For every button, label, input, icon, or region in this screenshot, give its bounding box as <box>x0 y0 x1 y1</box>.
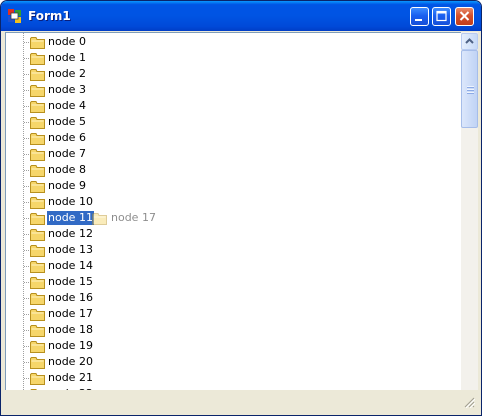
tree-node[interactable]: node 6 <box>6 130 446 146</box>
close-button[interactable] <box>455 7 474 26</box>
close-icon <box>459 11 470 21</box>
bottom-strip <box>5 390 477 411</box>
tree-node[interactable]: node 10 <box>6 194 446 210</box>
tree-node-label[interactable]: node 0 <box>47 35 87 49</box>
folder-icon <box>30 197 45 209</box>
tree-node-label[interactable]: node 6 <box>47 131 87 145</box>
tree-node-label[interactable]: node 10 <box>47 195 94 209</box>
tree-node-label[interactable]: node 18 <box>47 323 94 337</box>
tree-node-label[interactable]: node 21 <box>47 371 94 385</box>
tree-node[interactable]: node 8 <box>6 162 446 178</box>
tree-node-label[interactable]: node 13 <box>47 243 94 257</box>
tree-node-label[interactable]: node 4 <box>47 99 87 113</box>
folder-icon <box>30 309 45 321</box>
tree-node[interactable]: node 12 <box>6 226 446 242</box>
tree-node[interactable]: node 0 <box>6 34 446 50</box>
tree-view[interactable]: node 0 node 1 node 2 node 3 node 4 node 5 node… <box>5 32 462 391</box>
folder-icon <box>30 261 45 273</box>
tree-node-label[interactable]: node 19 <box>47 339 94 353</box>
folder-icon <box>30 165 45 177</box>
folder-icon <box>30 117 45 129</box>
folder-icon <box>30 37 45 49</box>
tree-node[interactable]: node 5 <box>6 114 446 130</box>
scroll-grip-icon <box>467 86 474 94</box>
folder-icon <box>92 213 107 225</box>
tree-node-label[interactable]: node 16 <box>47 291 94 305</box>
folder-icon <box>30 245 45 257</box>
tree-node[interactable]: node 18 <box>6 322 446 338</box>
folder-icon <box>30 325 45 337</box>
folder-icon <box>30 373 45 385</box>
drag-ghost-label: node 17 <box>111 211 156 224</box>
tree-node-label[interactable]: node 17 <box>47 307 94 321</box>
form1-window: Form1 node 0 node 1 node 2 node 3 node 4 node… <box>0 0 482 416</box>
folder-icon <box>30 149 45 161</box>
folder-icon <box>30 213 45 225</box>
minimize-button[interactable] <box>410 7 429 26</box>
tree-node-label[interactable]: node 1 <box>47 51 87 65</box>
tree-node[interactable]: node 7 <box>6 146 446 162</box>
folder-icon <box>30 341 45 353</box>
folder-icon <box>30 181 45 193</box>
folder-icon <box>30 85 45 97</box>
folder-icon <box>30 133 45 145</box>
resize-grip-icon[interactable] <box>463 396 475 408</box>
tree-node[interactable]: node 9 <box>6 178 446 194</box>
tree-node[interactable]: node 14 <box>6 258 446 274</box>
folder-icon <box>30 101 45 113</box>
tree-node[interactable]: node 1 <box>6 50 446 66</box>
windows-form-icon <box>8 9 21 23</box>
tree-node-label[interactable]: node 3 <box>47 83 87 97</box>
minimize-icon <box>415 19 422 21</box>
tree-node[interactable]: node 11 node 17 <box>6 210 446 226</box>
window-title: Form1 <box>28 9 71 23</box>
tree-node[interactable]: node 13 <box>6 242 446 258</box>
scroll-up-button[interactable] <box>461 33 478 50</box>
tree-node-label[interactable]: node 20 <box>47 355 94 369</box>
tree-node-label[interactable]: node 9 <box>47 179 87 193</box>
tree-node[interactable]: node 19 <box>6 338 446 354</box>
folder-icon <box>30 357 45 369</box>
folder-icon <box>30 293 45 305</box>
tree-node-label[interactable]: node 5 <box>47 115 87 129</box>
tree-node[interactable]: node 3 <box>6 82 446 98</box>
folder-icon <box>30 229 45 241</box>
client-area: node 0 node 1 node 2 node 3 node 4 node 5 node… <box>5 31 478 411</box>
tree-node[interactable]: node 15 <box>6 274 446 290</box>
folder-icon <box>30 53 45 65</box>
folder-icon <box>30 277 45 289</box>
tree-node-label[interactable]: node 14 <box>47 259 94 273</box>
scroll-thumb[interactable] <box>461 50 478 128</box>
tree-node[interactable]: node 16 <box>6 290 446 306</box>
tree-node[interactable]: node 2 <box>6 66 446 82</box>
tree-node-label[interactable]: node 7 <box>47 147 87 161</box>
maximize-button[interactable] <box>432 7 451 26</box>
tree-node-label[interactable]: node 11 <box>47 211 94 225</box>
tree-node-label[interactable]: node 8 <box>47 163 87 177</box>
tree-node[interactable]: node 4 <box>6 98 446 114</box>
tree-node-label[interactable]: node 15 <box>47 275 94 289</box>
tree-node-label[interactable]: node 2 <box>47 67 87 81</box>
vertical-scrollbar[interactable] <box>461 32 478 390</box>
folder-icon <box>30 69 45 81</box>
title-bar[interactable]: Form1 <box>1 1 481 31</box>
tree-node-label[interactable]: node 12 <box>47 227 94 241</box>
maximize-icon <box>436 10 447 22</box>
tree-node[interactable]: node 21 <box>6 370 446 386</box>
tree-node[interactable]: node 20 <box>6 354 446 370</box>
chevron-up-icon <box>465 38 474 44</box>
tree-node[interactable]: node 17 <box>6 306 446 322</box>
